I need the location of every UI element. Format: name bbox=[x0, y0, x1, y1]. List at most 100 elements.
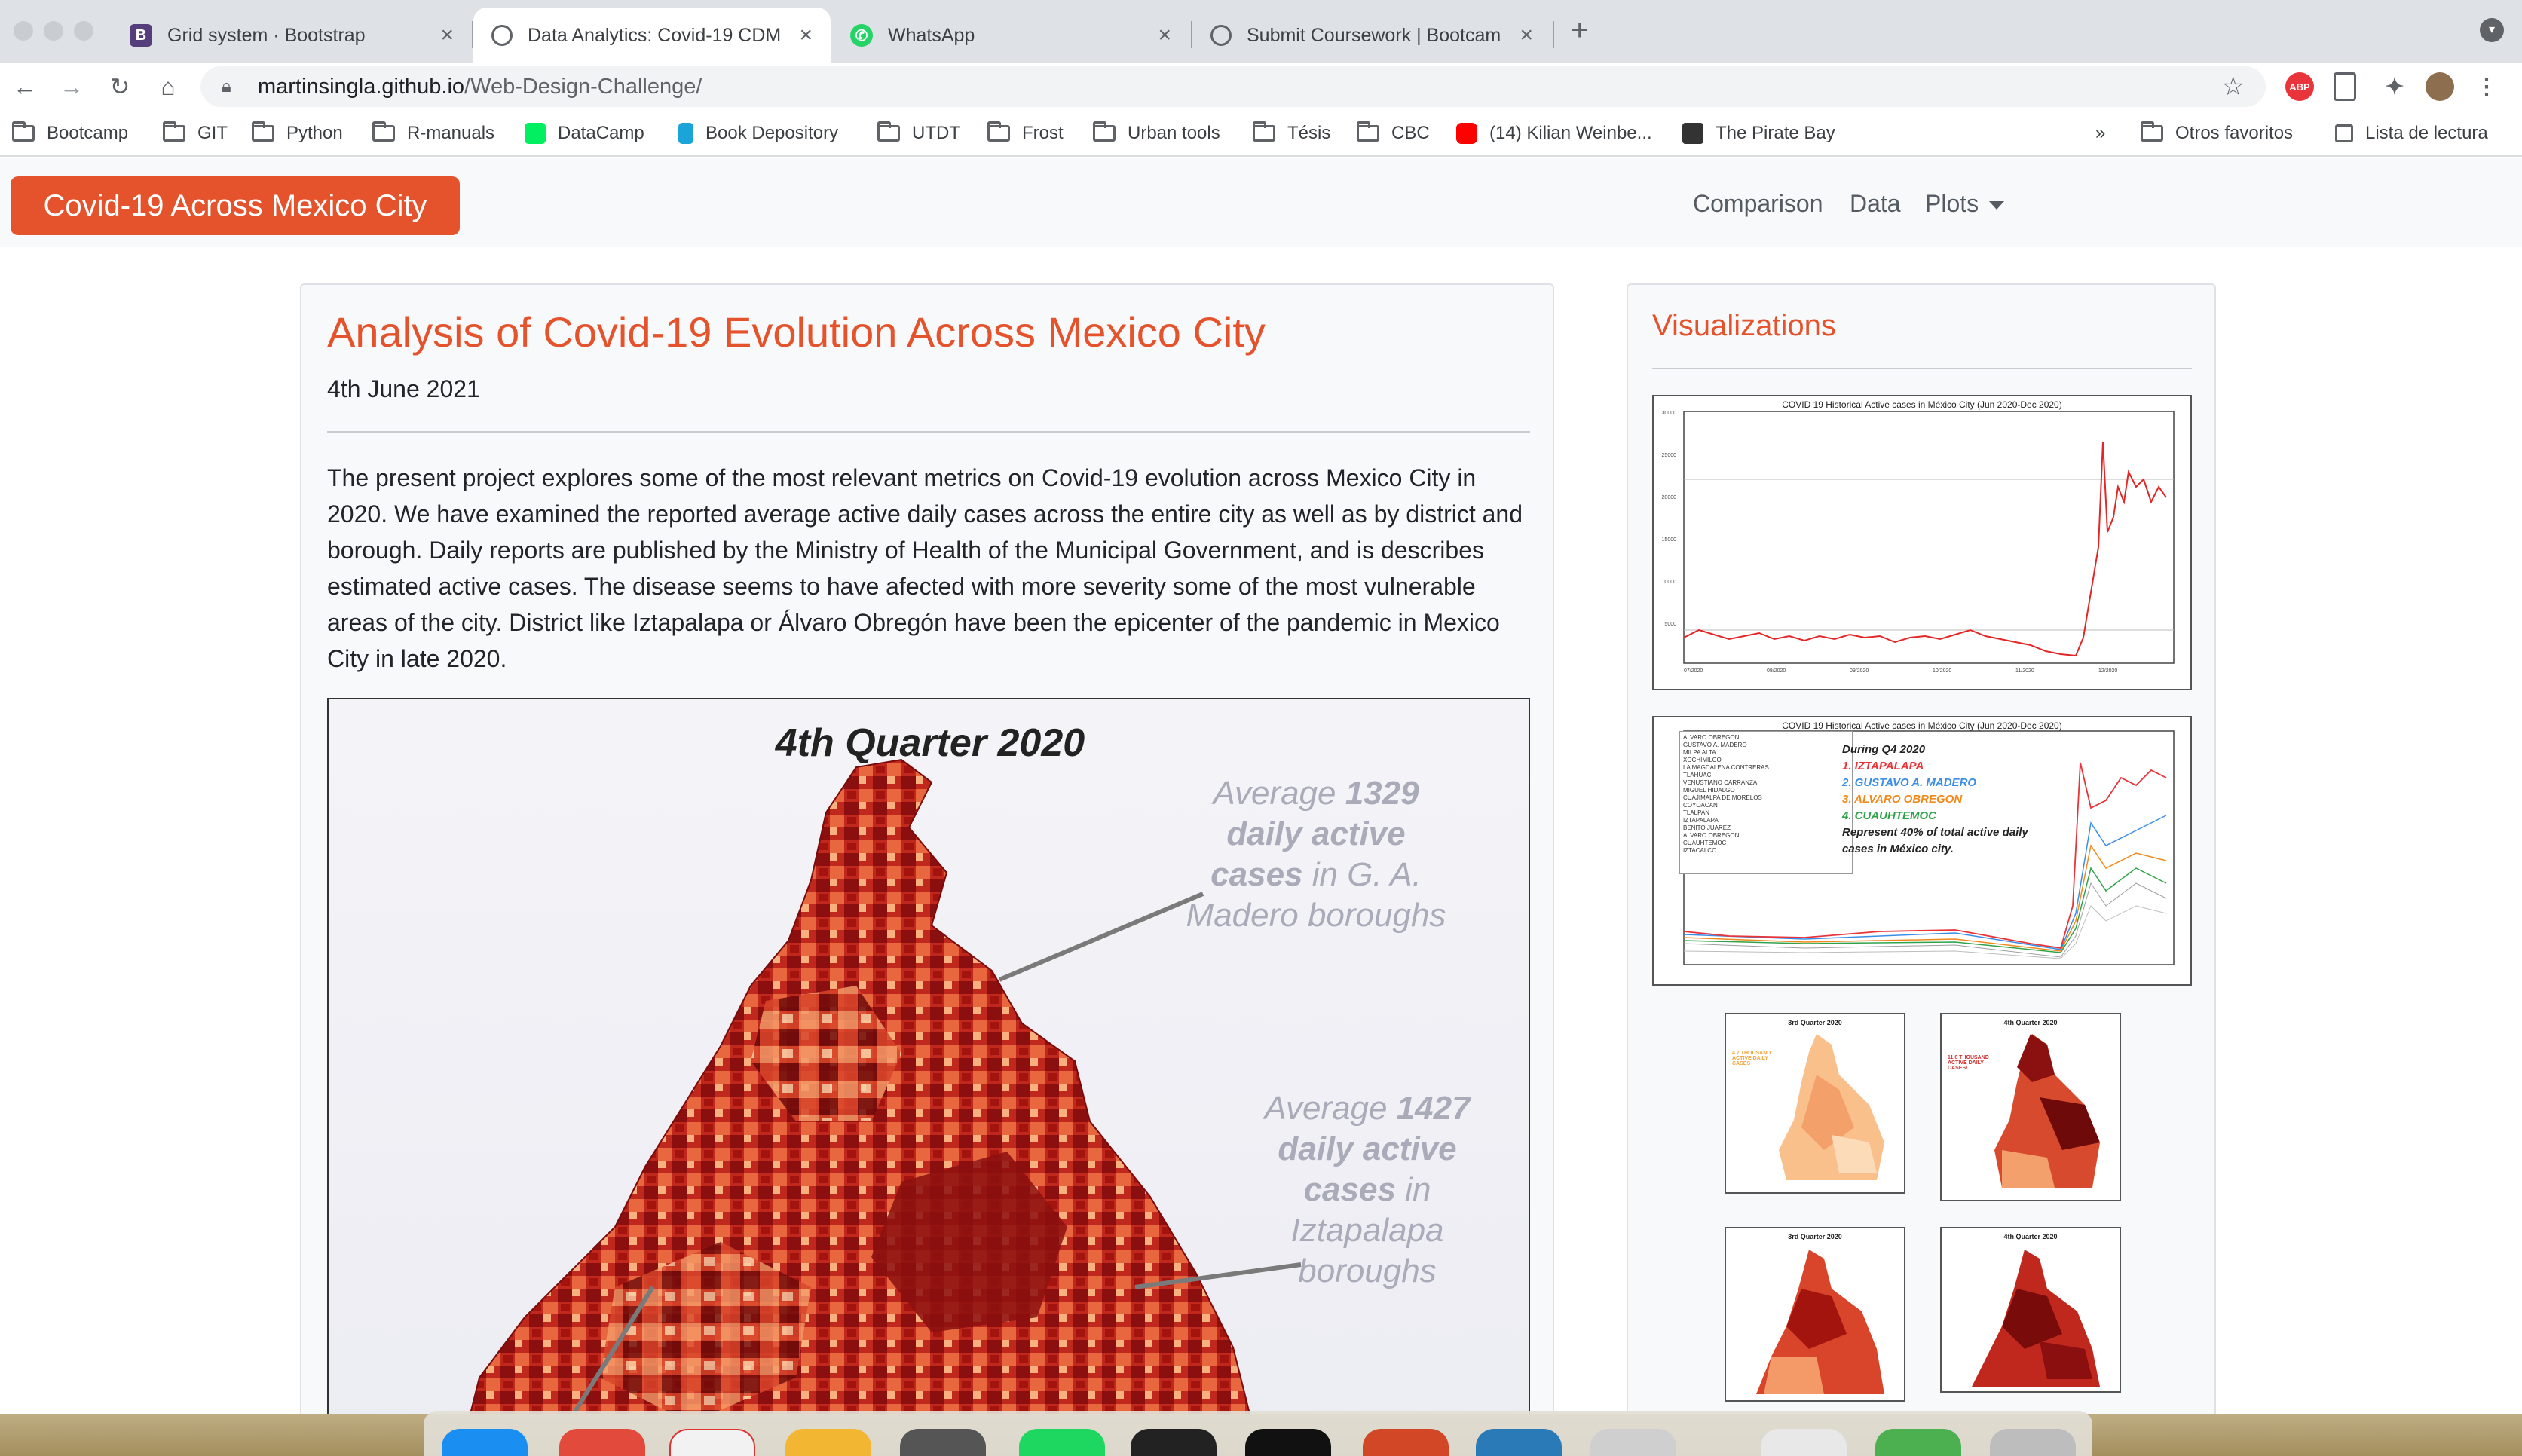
svg-text:10/2020: 10/2020 bbox=[1933, 668, 1951, 674]
reading-list-icon bbox=[2335, 124, 2353, 142]
svg-text:08/2020: 08/2020 bbox=[1767, 668, 1786, 674]
map-thumbnail-q3-light[interactable]: 3rd Quarter 2020 4.7 THOUSAND ACTIVE DAI… bbox=[1725, 1013, 1905, 1194]
app-icon[interactable] bbox=[559, 1429, 645, 1456]
line-plot-image: 30000 25000 20000 15000 10000 5000 07/20… bbox=[1662, 411, 2175, 674]
svg-text:15000: 15000 bbox=[1662, 537, 1677, 543]
folder-icon bbox=[1253, 121, 1275, 142]
map-q4-detailed-image bbox=[1972, 1250, 2100, 1387]
site-navbar: Covid-19 Across Mexico City Comparison D… bbox=[0, 158, 2522, 247]
photos-icon[interactable] bbox=[785, 1429, 871, 1456]
article-card: Analysis of Covid-19 Evolution Across Me… bbox=[300, 283, 1554, 1456]
globe-icon bbox=[1210, 25, 1232, 46]
tab-data-analytics[interactable]: Data Analytics: Covid-19 CDM × bbox=[473, 8, 831, 63]
new-tab-button[interactable]: + bbox=[1571, 14, 1588, 47]
folder-icon bbox=[12, 121, 35, 142]
tab-bootstrap[interactable]: B Grid system · Bootstrap × bbox=[112, 8, 472, 63]
tab-search-icon[interactable]: ▾ bbox=[2480, 18, 2504, 42]
close-icon[interactable]: × bbox=[799, 23, 813, 48]
plot-thumbnail-by-borough[interactable]: COVID 19 Historical Active cases in Méxi… bbox=[1652, 716, 2192, 986]
sidebar-title: Visualizations bbox=[1652, 309, 1836, 342]
window-close-button[interactable] bbox=[14, 21, 33, 41]
bookmark-datacamp[interactable]: DataCamp bbox=[525, 121, 644, 146]
bookmark-cbc[interactable]: CBC bbox=[1357, 121, 1430, 146]
close-icon[interactable]: × bbox=[440, 23, 454, 48]
svg-text:11/2020: 11/2020 bbox=[2015, 668, 2034, 674]
folder-icon bbox=[2141, 121, 2163, 142]
bookmark-python[interactable]: Python bbox=[252, 121, 343, 146]
plot-thumbnail-historical[interactable]: COVID 19 Historical Active cases in Méxi… bbox=[1652, 395, 2192, 690]
adblock-icon[interactable]: ABP bbox=[2285, 72, 2314, 101]
svg-text:30000: 30000 bbox=[1662, 411, 1677, 416]
powerpoint-icon[interactable] bbox=[1363, 1429, 1449, 1456]
svg-text:10000: 10000 bbox=[1662, 580, 1677, 585]
bookmarks-overflow-button[interactable]: » bbox=[2095, 121, 2105, 146]
book-icon bbox=[678, 123, 693, 144]
brand-button[interactable]: Covid-19 Across Mexico City bbox=[11, 176, 460, 235]
bookmark-r-manuals[interactable]: R-manuals bbox=[372, 121, 494, 146]
map-thumbnail-q4-dark[interactable]: 4th Quarter 2020 11.6 THOUSAND ACTIVE DA… bbox=[1940, 1013, 2121, 1201]
map-q4-image bbox=[1994, 1034, 2100, 1188]
globe-icon bbox=[491, 25, 513, 46]
bookmark-urban-tools[interactable]: Urban tools bbox=[1093, 121, 1220, 146]
menu-icon[interactable]: ⋮ bbox=[2472, 72, 2501, 101]
macos-dock bbox=[424, 1411, 2092, 1456]
reading-list-button[interactable]: Lista de lectura bbox=[2335, 121, 2488, 146]
home-icon[interactable]: ⌂ bbox=[151, 69, 185, 104]
documents-icon[interactable] bbox=[1761, 1429, 1847, 1456]
datacamp-icon bbox=[525, 123, 546, 144]
activity-monitor-icon[interactable] bbox=[1131, 1429, 1217, 1456]
youtube-icon bbox=[1456, 123, 1477, 144]
divider bbox=[1652, 368, 2192, 369]
back-icon[interactable]: ← bbox=[8, 69, 42, 104]
quarter-map-image[interactable]: 4th Quarter 2020 Average 1329 daily acti… bbox=[327, 698, 1530, 1454]
tab-whatsapp[interactable]: ✆ WhatsApp × bbox=[832, 8, 1189, 63]
caret-down-icon bbox=[1989, 201, 2005, 210]
close-icon[interactable]: × bbox=[1520, 23, 1533, 48]
bookmark-frost[interactable]: Frost bbox=[987, 121, 1064, 146]
app-icon-blue[interactable] bbox=[1476, 1429, 1562, 1456]
extensions-icon[interactable]: ✦ bbox=[2380, 72, 2409, 101]
trash-icon[interactable] bbox=[1990, 1429, 2076, 1456]
bookmark-book-depository[interactable]: Book Depository bbox=[678, 121, 838, 146]
map-annotation-iztapalapa: Average 1427 daily active cases in Iztap… bbox=[1264, 1090, 1471, 1289]
nav-comparison[interactable]: Comparison bbox=[1693, 190, 1823, 218]
article-date: 4th June 2021 bbox=[327, 375, 480, 402]
system-preferences-icon[interactable] bbox=[900, 1429, 986, 1456]
nav-plots-dropdown[interactable]: Plots bbox=[1925, 190, 2005, 218]
folder-icon bbox=[163, 121, 185, 142]
calendar-icon[interactable] bbox=[669, 1429, 755, 1456]
svg-text:12/2020: 12/2020 bbox=[2098, 668, 2117, 674]
q4-note: During Q4 2020 1. IZTAPALAPA 2. GUSTAVO … bbox=[1842, 743, 2028, 855]
bookmark-youtube[interactable]: (14) Kilian Weinbe... bbox=[1456, 121, 1652, 146]
window-minimize-button[interactable] bbox=[44, 21, 63, 41]
nav-data[interactable]: Data bbox=[1850, 190, 1901, 218]
spotify-icon[interactable] bbox=[1019, 1429, 1105, 1456]
bookmark-utdt[interactable]: UTDT bbox=[877, 121, 960, 146]
bookmark-tesis[interactable]: Tésis bbox=[1253, 121, 1330, 146]
browser-toolbar: ← → ↻ ⌂ 🔒︎ martinsingla.github.io /Web-D… bbox=[0, 63, 2522, 110]
map-thumbnail-q4-detailed[interactable]: 4th Quarter 2020 bbox=[1940, 1227, 2121, 1393]
preview-icon[interactable] bbox=[1590, 1429, 1676, 1456]
folder-icon bbox=[877, 121, 900, 142]
reload-icon[interactable]: ↻ bbox=[103, 69, 137, 104]
bookmark-star-icon[interactable]: ☆ bbox=[2222, 72, 2245, 102]
close-icon[interactable]: × bbox=[1158, 23, 1171, 48]
bookmark-bootcamp[interactable]: Bootcamp bbox=[12, 121, 128, 146]
avatar[interactable] bbox=[2426, 72, 2454, 101]
globe-app-icon[interactable] bbox=[1875, 1429, 1961, 1456]
bookmark-pirate-bay[interactable]: The Pirate Bay bbox=[1682, 121, 1835, 146]
terminal-icon[interactable] bbox=[1245, 1429, 1331, 1456]
lock-icon: 🔒︎ bbox=[222, 76, 231, 96]
tab-submit-coursework[interactable]: Submit Coursework | Bootcam × bbox=[1192, 8, 1551, 63]
window-zoom-button[interactable] bbox=[74, 21, 93, 41]
bookmarks-bar: Bootcamp GIT Python R-manuals DataCamp B… bbox=[0, 110, 2522, 157]
reader-icon[interactable] bbox=[2334, 72, 2356, 101]
svg-text:25000: 25000 bbox=[1662, 453, 1677, 458]
bookmark-otros-favoritos[interactable]: Otros favoritos bbox=[2141, 121, 2293, 146]
finder-icon[interactable] bbox=[442, 1429, 528, 1456]
address-bar[interactable]: 🔒︎ martinsingla.github.io /Web-Design-Ch… bbox=[200, 66, 2266, 107]
folder-icon bbox=[1357, 121, 1379, 142]
forward-icon[interactable]: → bbox=[54, 69, 89, 104]
map-thumbnail-q3-detailed[interactable]: 3rd Quarter 2020 bbox=[1725, 1227, 1905, 1402]
bookmark-git[interactable]: GIT bbox=[163, 121, 228, 146]
